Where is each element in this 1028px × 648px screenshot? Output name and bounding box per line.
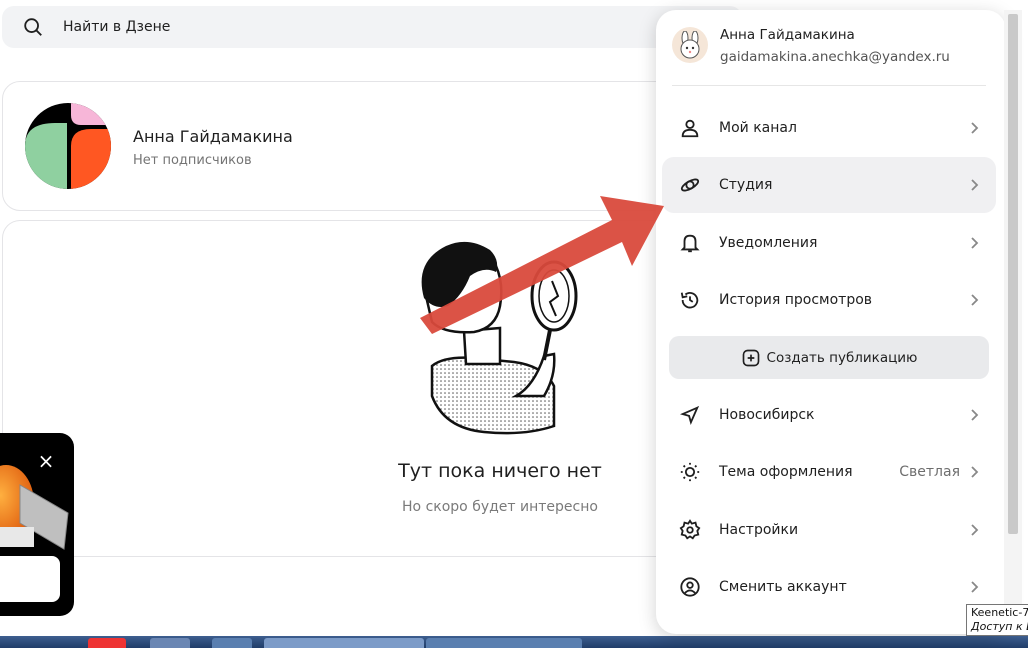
menu-user-name: Анна Гайдамакина <box>720 27 855 43</box>
create-publication-label: Создать публикацию <box>766 349 918 366</box>
chevron-right-icon <box>971 122 979 134</box>
menu-item-studio[interactable]: Студия <box>662 157 996 213</box>
menu-item-switch-account[interactable]: Сменить аккаунт <box>662 559 996 615</box>
empty-illustration <box>421 241 578 435</box>
menu-item-label: Мой канал <box>719 120 797 136</box>
menu-item-label: Студия <box>719 177 773 193</box>
subscriber-count: Нет подписчиков <box>133 153 252 168</box>
location-arrow-icon <box>678 403 702 427</box>
taskbar-item[interactable] <box>150 638 190 648</box>
menu-item-label: История просмотров <box>719 292 873 308</box>
page: Найти в Дзене Анна Гайдамакина Нет подпи… <box>0 0 1028 648</box>
taskbar-item[interactable] <box>212 638 252 648</box>
menu-item-location[interactable]: Новосибирск <box>662 387 996 443</box>
menu-item-notifications[interactable]: Уведомления <box>662 215 996 271</box>
theme-value: Светлая <box>899 464 960 480</box>
menu-user-header: Анна Гайдамакина gaidamakina.anechka@yan… <box>672 26 992 80</box>
chevron-right-icon <box>971 581 979 593</box>
menu-item-label: Настройки <box>719 522 799 538</box>
search-bar[interactable]: Найти в Дзене <box>2 6 742 48</box>
bunny-icon <box>680 31 700 59</box>
sun-icon <box>678 460 702 484</box>
channel-name[interactable]: Анна Гайдамакина <box>133 127 293 146</box>
chevron-right-icon <box>971 294 979 306</box>
feed-divider <box>2 556 702 557</box>
taskbar-item[interactable] <box>426 638 582 648</box>
menu-item-settings[interactable]: Настройки <box>662 502 996 558</box>
scrollbar-thumb[interactable] <box>1008 14 1018 534</box>
taskbar-item[interactable] <box>88 638 126 648</box>
chevron-right-icon <box>971 179 979 191</box>
chevron-right-icon <box>971 409 979 421</box>
orbit-icon <box>678 173 702 197</box>
gear-icon <box>678 518 702 542</box>
chevron-right-icon <box>971 466 979 478</box>
menu-item-history[interactable]: История просмотров <box>662 272 996 328</box>
popup-action-button[interactable] <box>0 556 60 602</box>
menu-user-email: gaidamakina.anechka@yandex.ru <box>720 49 950 65</box>
search-input[interactable]: Найти в Дзене <box>63 19 170 35</box>
taskbar <box>0 636 1028 648</box>
chevron-right-icon <box>971 524 979 536</box>
menu-divider <box>672 85 986 86</box>
notification-popup[interactable]: × <box>0 433 74 616</box>
tooltip-line-2: Доступ к И <box>971 620 1028 633</box>
search-icon <box>24 18 42 36</box>
empty-subtitle: Но скоро будет интересно <box>402 499 598 515</box>
person-icon <box>678 116 702 140</box>
page-scrollbar[interactable] <box>1004 10 1022 634</box>
chevron-right-icon <box>971 237 979 249</box>
menu-item-label: Новосибирск <box>719 407 815 423</box>
menu-item-label: Уведомления <box>719 235 818 251</box>
close-icon[interactable]: × <box>35 450 57 472</box>
tooltip-line-1: Keenetic-70 <box>971 606 1028 619</box>
switch-account-icon <box>678 575 702 599</box>
menu-avatar <box>672 27 708 63</box>
menu-item-label: Сменить аккаунт <box>719 579 847 595</box>
menu-item-my-channel[interactable]: Мой канал <box>662 100 996 156</box>
taskbar-item[interactable] <box>264 638 424 648</box>
megaphone-icon <box>0 465 69 550</box>
channel-avatar[interactable] <box>25 103 111 189</box>
bell-icon <box>678 231 702 255</box>
account-menu: Анна Гайдамакина gaidamakina.anechka@yan… <box>656 10 1006 634</box>
history-icon <box>678 288 702 312</box>
menu-item-theme[interactable]: Тема оформления Светлая <box>662 444 996 500</box>
empty-title: Тут пока ничего нет <box>398 460 602 482</box>
network-tooltip: Keenetic-70 Доступ к И <box>966 604 1028 636</box>
profile-card: Анна Гайдамакина Нет подписчиков <box>2 81 702 211</box>
plus-square-icon <box>742 349 759 366</box>
create-publication-button[interactable]: Создать публикацию <box>669 336 989 379</box>
menu-item-label: Тема оформления <box>719 464 853 480</box>
